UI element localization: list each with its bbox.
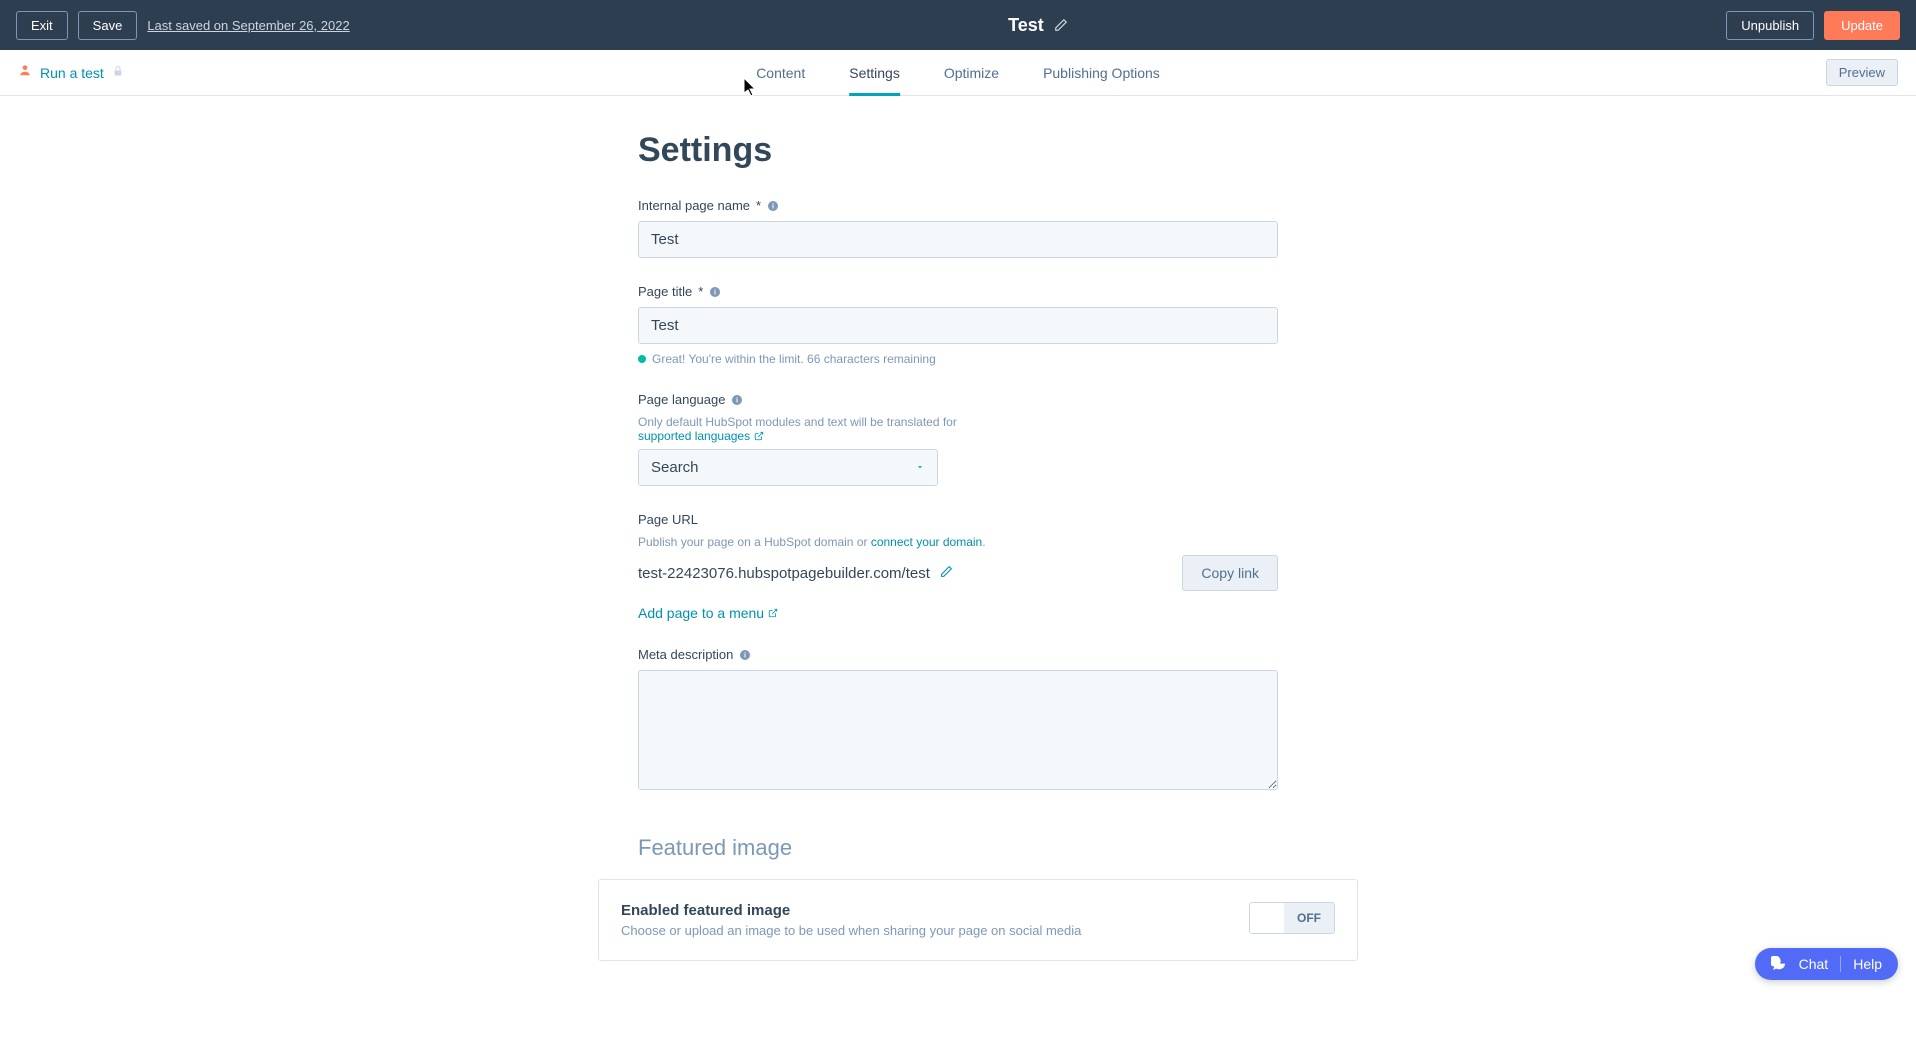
subnav: Run a test Content Settings Optimize Pub… [0,50,1916,96]
svg-text:i: i [772,203,774,210]
add-page-menu-link[interactable]: Add page to a menu [638,605,778,621]
tab-content[interactable]: Content [756,50,805,95]
page-name: Test [1008,15,1044,36]
settings-content: Settings Internal page name * i Page tit… [578,96,1338,1041]
toggle-track [1250,903,1284,933]
exit-button[interactable]: Exit [16,11,68,40]
last-saved-link[interactable]: Last saved on September 26, 2022 [147,18,349,33]
update-button[interactable]: Update [1824,11,1900,40]
page-url-help-pre: Publish your page on a HubSpot domain or [638,535,871,549]
featured-image-heading: Featured image [638,835,1278,861]
info-icon[interactable]: i [709,286,721,298]
meta-description-textarea[interactable] [638,670,1278,790]
page-url-label: Page URL [638,512,698,527]
page-language-group: Page language i Only default HubSpot mod… [638,392,1278,486]
info-icon[interactable]: i [767,200,779,212]
caret-down-icon [915,459,925,476]
info-icon[interactable]: i [731,394,743,406]
connect-domain-link[interactable]: connect your domain [871,535,982,549]
chat-icon [1771,956,1787,972]
svg-text:i: i [737,397,739,404]
page-title-label: Page title [638,284,692,299]
tab-optimize[interactable]: Optimize [944,50,999,95]
chat-help-widget[interactable]: Chat Help [1755,948,1898,980]
page-url-group: Page URL Publish your page on a HubSpot … [638,512,1278,621]
page-language-label: Page language [638,392,725,407]
status-dot-icon [638,355,646,363]
internal-name-label: Internal page name [638,198,750,213]
page-url-help-post: . [982,535,985,549]
info-icon[interactable]: i [739,649,751,661]
unpublish-button[interactable]: Unpublish [1726,11,1814,40]
separator [1840,956,1841,972]
chat-label: Chat [1799,956,1829,972]
toggle-label: OFF [1284,903,1334,933]
meta-description-group: Meta description i [638,647,1278,795]
page-title-hint: Great! You're within the limit. 66 chara… [652,352,936,366]
select-placeholder: Search [651,459,699,476]
page-language-select[interactable]: Search [638,449,938,486]
topbar: Exit Save Last saved on September 26, 20… [0,0,1916,50]
internal-name-group: Internal page name * i [638,198,1278,258]
page-title-input[interactable] [638,307,1278,344]
featured-image-toggle[interactable]: OFF [1249,902,1335,934]
svg-text:i: i [744,652,746,659]
supported-languages-link[interactable]: supported languages [638,429,764,443]
featured-title: Enabled featured image [621,902,1081,919]
pencil-icon[interactable] [1054,18,1068,32]
page-language-help: Only default HubSpot modules and text wi… [638,415,957,429]
save-button[interactable]: Save [78,11,138,40]
featured-image-card: Enabled featured image Choose or upload … [598,879,1358,961]
page-title-group: Page title * i Great! You're within the … [638,284,1278,366]
help-label: Help [1853,956,1882,972]
tab-publishing-options[interactable]: Publishing Options [1043,50,1160,95]
meta-label: Meta description [638,647,733,662]
run-test-link[interactable]: Run a test [40,65,104,81]
page-url-text: test-22423076.hubspotpagebuilder.com/tes… [638,565,930,582]
contact-icon [18,63,32,82]
lock-icon [112,64,124,82]
required-marker: * [756,198,761,213]
pencil-icon[interactable] [940,565,953,582]
svg-text:i: i [714,289,716,296]
internal-name-input[interactable] [638,221,1278,258]
tabs: Content Settings Optimize Publishing Opt… [756,50,1160,95]
copy-link-button[interactable]: Copy link [1182,555,1278,591]
featured-subtitle: Choose or upload an image to be used whe… [621,923,1081,938]
required-marker: * [698,284,703,299]
tab-settings[interactable]: Settings [849,50,900,95]
page-heading: Settings [638,131,1278,170]
preview-button[interactable]: Preview [1826,59,1898,86]
